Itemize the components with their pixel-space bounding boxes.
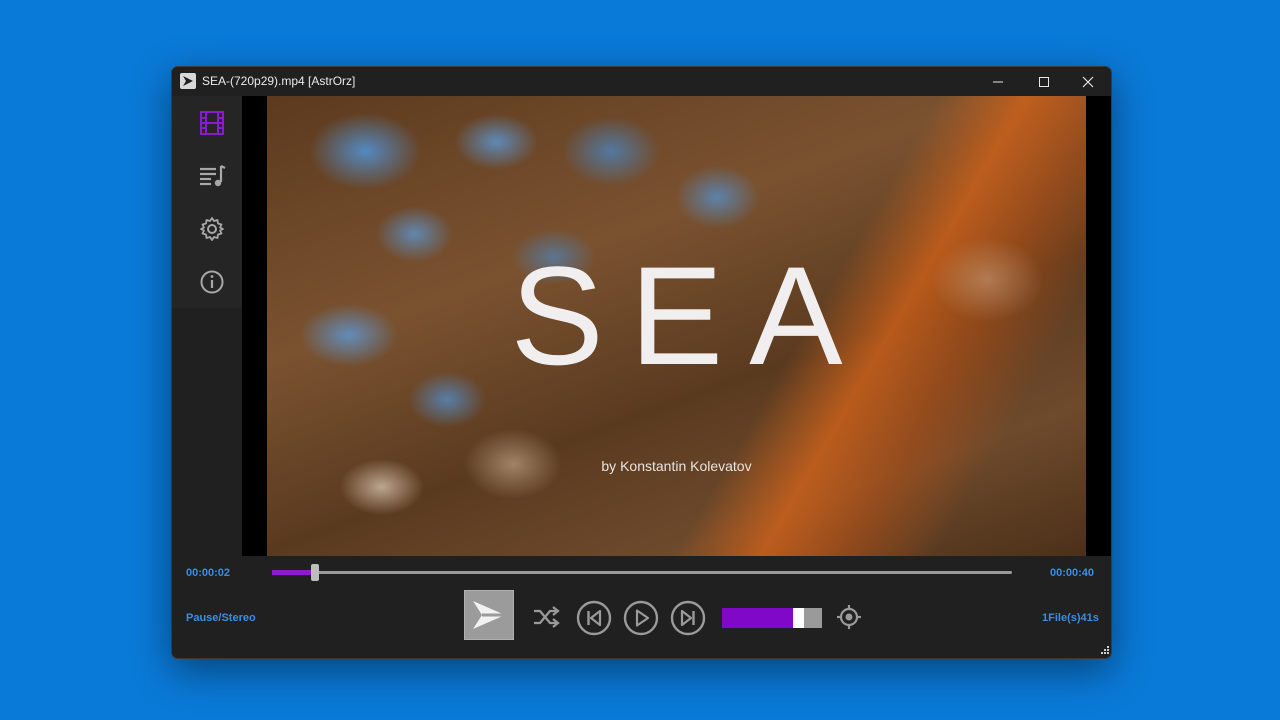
player-window: SEA-(720p29).mp4 [AstrOrz] SEA by Konsta…	[171, 66, 1112, 659]
target-icon	[837, 605, 861, 629]
gear-icon	[200, 217, 224, 241]
previous-icon	[576, 600, 612, 636]
total-time: 00:00:40	[1050, 567, 1095, 579]
video-title-text: SEA	[510, 237, 869, 394]
volume-thumb[interactable]	[793, 608, 804, 628]
video-frame: SEA by Konstantin Kolevatov	[267, 96, 1086, 556]
previous-button[interactable]	[575, 599, 613, 637]
volume-level	[722, 608, 798, 628]
minimize-icon	[993, 81, 1003, 82]
seek-thumb[interactable]	[310, 564, 319, 581]
resize-grip-icon[interactable]	[1099, 646, 1109, 656]
current-time: 00:00:02	[186, 567, 231, 579]
target-button[interactable]	[835, 603, 863, 631]
window-title: SEA-(720p29).mp4 [AstrOrz]	[202, 74, 356, 88]
seek-progress	[272, 570, 315, 575]
close-button[interactable]	[1065, 67, 1111, 96]
video-area[interactable]: SEA by Konstantin Kolevatov	[242, 96, 1111, 556]
sidebar-item-playlist[interactable]	[195, 159, 229, 193]
volume-slider[interactable]	[722, 608, 822, 628]
film-icon	[200, 111, 224, 135]
next-button[interactable]	[669, 599, 707, 637]
shuffle-icon	[534, 606, 560, 628]
play-button[interactable]	[622, 599, 660, 637]
info-icon	[200, 270, 224, 294]
close-icon	[1082, 76, 1094, 87]
file-info: 1File(s)41s	[1042, 612, 1099, 624]
sidebar-item-settings[interactable]	[195, 212, 229, 246]
title-bar: SEA-(720p29).mp4 [AstrOrz]	[172, 67, 1111, 96]
app-logo-icon	[473, 601, 505, 629]
app-logo-icon	[180, 73, 196, 89]
sidebar	[172, 96, 242, 308]
video-subtitle-text: by Konstantin Kolevatov	[601, 458, 752, 474]
app-logo-button[interactable]	[464, 590, 514, 640]
seek-bar[interactable]	[272, 564, 1012, 581]
maximize-icon	[1039, 76, 1049, 87]
sidebar-item-about[interactable]	[195, 265, 229, 299]
maximize-button[interactable]	[1021, 67, 1067, 96]
playlist-icon	[200, 165, 226, 187]
sidebar-item-video[interactable]	[195, 106, 229, 140]
shuffle-button[interactable]	[530, 601, 562, 633]
play-icon	[623, 600, 659, 636]
minimize-button[interactable]	[975, 67, 1021, 96]
playback-status: Pause/Stereo	[186, 612, 256, 624]
next-icon	[670, 600, 706, 636]
